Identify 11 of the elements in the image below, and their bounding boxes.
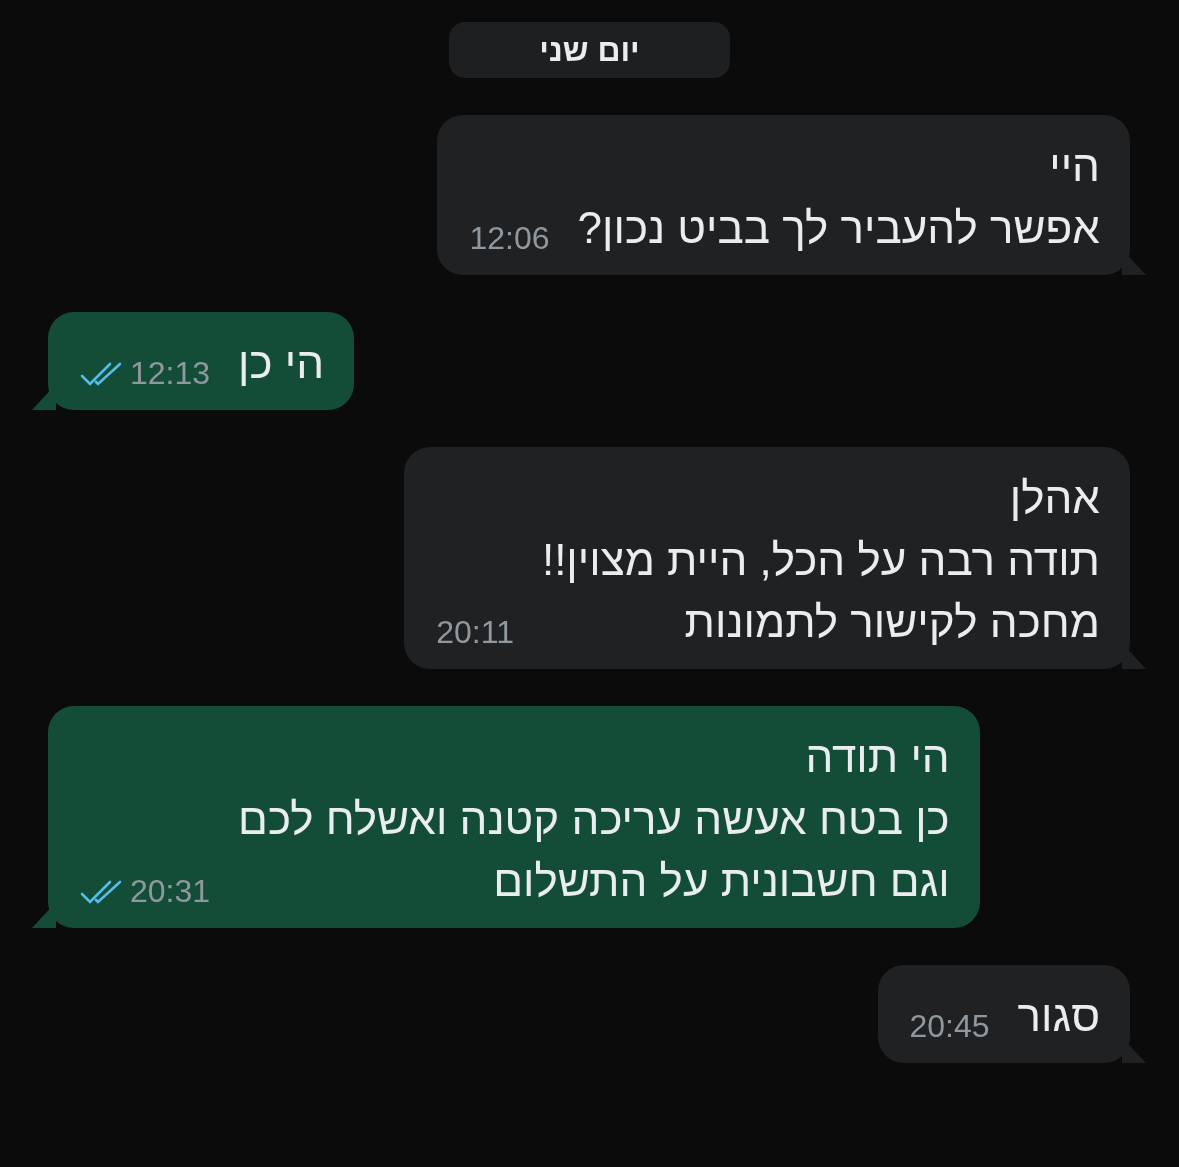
- message-time: 20:11: [436, 614, 514, 651]
- message-time: 12:06: [469, 220, 550, 257]
- date-label: יום שני: [449, 22, 730, 78]
- message-text: היי אפשר להעביר לך בביט נכון?: [577, 140, 1100, 254]
- message-text: הי כן: [238, 337, 325, 389]
- message-time: 12:13: [130, 355, 211, 392]
- message-text: אהלן תודה רבה על הכל, היית מצוין!! מחכה לקישור לתמונות: [541, 472, 1100, 648]
- message-text: הי תודה כן בטח אעשה עריכה קטנה ואשלח לכם וגם חשבונית על התשלום: [238, 731, 950, 907]
- message-text: סגור: [1017, 990, 1100, 1042]
- message-time: 20:31: [130, 873, 211, 910]
- message-time: 20:45: [909, 1008, 990, 1045]
